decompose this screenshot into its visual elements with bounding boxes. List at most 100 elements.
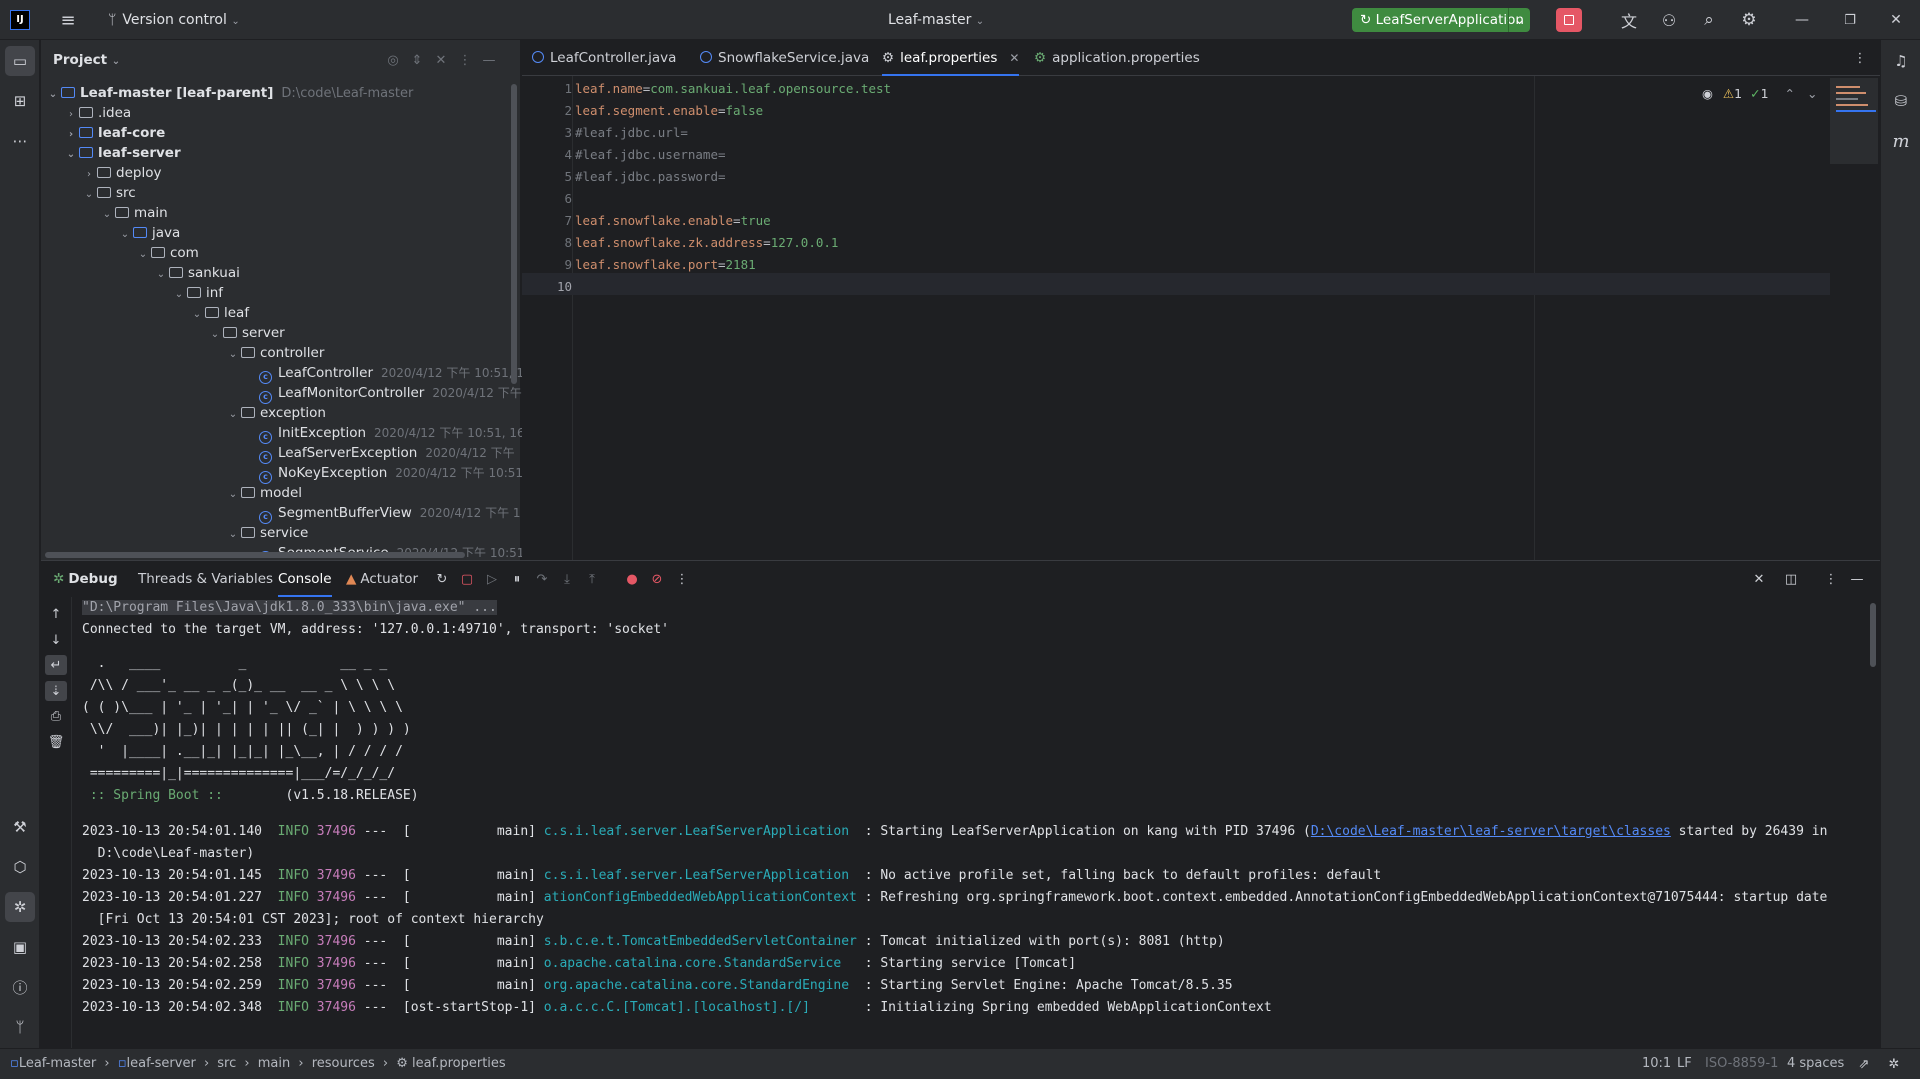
tree-item[interactable]: ⌄ exception [225,403,326,423]
caret-position[interactable]: 10:1 [1642,1049,1671,1079]
vcs-widget[interactable]: ᛘ Version control ⌄ [108,0,240,40]
code-line[interactable]: leaf.snowflake.zk.address=127.0.0.1 [575,232,838,254]
clear-all-icon[interactable]: 🗑 [47,733,65,751]
mute-breakpoints-icon[interactable]: ⊘ [649,571,665,587]
tree-item[interactable]: ⌄ inf [171,283,223,303]
tree-item[interactable]: c LeafServerException 2020/4/12 下午 [259,443,515,464]
tree-item[interactable]: ⌄ sankuai [153,263,240,283]
run-config-widget[interactable]: ↻ LeafServerApplication ⌄ [1352,8,1530,32]
structure-tool-icon[interactable]: ⊞ [5,86,35,116]
tree-item[interactable]: c LeafController 2020/4/12 下午 10:51, 1. [259,363,528,384]
chevron-down-icon[interactable]: ⌄ [171,285,187,305]
minimize-icon[interactable]: — [1790,9,1814,31]
project-tool-icon[interactable]: ▭ [5,46,35,76]
more-tools-icon[interactable]: ⋯ [5,126,35,156]
soft-wrap-icon[interactable]: ↵ [45,655,67,675]
console-scrollbar[interactable] [1870,603,1876,667]
close-panel-icon[interactable]: ✕ [1751,571,1767,587]
code-line[interactable]: leaf.snowflake.port=2181 [575,254,756,276]
scroll-to-end-icon[interactable]: ⇣ [45,681,67,701]
breadcrumb-item[interactable]: resources [312,1056,375,1071]
view-breakpoints-icon[interactable]: ● [624,571,640,587]
chevron-down-icon[interactable]: ⌄ [207,325,223,345]
collapse-all-icon[interactable]: ✕ [433,52,449,68]
more-options-icon[interactable]: ⋮ [674,571,690,587]
git-tool-icon[interactable]: ᛘ [5,1012,35,1042]
tree-item[interactable]: ⌄ controller [225,343,325,365]
panel-options-icon[interactable]: ⋮ [1823,571,1839,587]
chevron-down-icon[interactable]: ⌄ [63,145,79,165]
problems-tool-icon[interactable]: ⓘ [5,972,35,1002]
tab-threads-variables[interactable]: Threads & Variables [138,561,273,597]
database-icon[interactable]: ⛁ [1886,86,1916,116]
tree-item[interactable]: ⌄ server [207,323,285,343]
tree-item[interactable]: c InitException 2020/4/12 下午 10:51, 161 [259,423,532,444]
search-icon[interactable]: ⌕ [1698,9,1720,31]
chevron-down-icon[interactable]: ⌄ [153,265,169,285]
project-widget[interactable]: Leaf-master ⌄ [888,0,984,40]
file-encoding[interactable]: ISO-8859-1 [1705,1049,1778,1079]
rerun-icon[interactable]: ↻ [434,571,450,587]
tab-leaf-properties[interactable]: ⚙ leaf.properties ✕ [882,40,1020,76]
options-icon[interactable]: ⋮ [457,52,473,68]
tree-item[interactable]: › deploy [81,163,161,183]
vertical-scrollbar[interactable] [511,84,517,384]
expand-all-icon[interactable]: ⇕ [409,52,425,68]
tab-snowflake-service[interactable]: SnowflakeService.java [700,40,869,76]
chevron-right-icon[interactable]: › [81,165,97,185]
arrow-down-icon[interactable]: ↓ [47,631,65,649]
build-tool-icon[interactable]: ⚒ [5,812,35,842]
tree-item[interactable]: c SegmentBufferView 2020/4/12 下午 1 [259,503,521,524]
project-panel-header[interactable]: Project ⌄ [53,40,120,80]
tab-actuator[interactable]: ▲ Actuator [346,561,418,597]
stop-icon[interactable]: ▢ [459,571,475,587]
close-tab-icon[interactable]: ✕ [1009,51,1019,65]
tree-root[interactable]: ⌄ Leaf-master [leaf-parent] D:\code\Leaf-m… [45,83,414,103]
breadcrumb-item[interactable]: Leaf-master [19,1056,96,1071]
tree-item[interactable]: ⌄ leaf [189,303,249,323]
chevron-down-icon[interactable]: ⌄ [225,345,241,365]
chevron-down-icon[interactable]: ⌄ [135,245,151,265]
hide-panel-icon[interactable]: — [481,52,497,68]
breadcrumb-item[interactable]: main [258,1056,290,1071]
tree-item[interactable]: ⌄ main [99,203,168,223]
breadcrumb-item[interactable]: src [217,1056,236,1071]
arrow-up-icon[interactable]: ↑ [47,605,65,623]
chevron-down-icon[interactable]: ⌄ [99,205,115,225]
log-link[interactable]: D:\code\Leaf-master\leaf-server\target\c… [1311,824,1671,839]
notifications-icon[interactable]: ♫ [1886,46,1916,76]
translate-icon[interactable]: 文 [1618,9,1640,31]
tree-item[interactable]: › leaf-core [63,123,165,143]
minimap[interactable] [1830,78,1878,164]
debug-title[interactable]: ✲ Debug [53,561,118,597]
locate-icon[interactable]: ◎ [385,52,401,68]
breadcrumb-item[interactable]: leaf.properties [412,1056,506,1071]
code-line[interactable]: leaf.snowflake.enable=true [575,210,771,232]
services-tool-icon[interactable]: ⬡ [5,852,35,882]
chevron-down-icon[interactable]: ⌄ [225,405,241,425]
close-icon[interactable]: ✕ [1884,9,1908,31]
chevron-up-icon[interactable]: ⌃ [1785,86,1795,101]
breadcrumb[interactable]: ▫Leaf-master › ▫leaf-server › src › main… [10,1049,506,1079]
tree-item[interactable]: c LeafMonitorController 2020/4/12 下午 [259,383,522,404]
layout-icon[interactable]: ◫ [1783,571,1799,587]
debug-tool-icon[interactable]: ✲ [5,892,35,922]
code-line[interactable]: #leaf.jdbc.username= [575,144,726,166]
hide-panel-icon[interactable]: — [1849,571,1865,587]
tree-item[interactable]: › .idea [63,103,131,123]
tree-item[interactable]: ⌄ java [117,223,181,245]
tree-item[interactable]: ⌄ com [135,243,199,263]
stop-button[interactable] [1556,8,1582,32]
step-over-icon[interactable]: ↷ [534,571,550,587]
tree-item[interactable]: ⌄ model [225,483,302,503]
chevron-down-icon[interactable]: ⌄ [117,225,133,245]
code-line[interactable]: leaf.segment.enable=false [575,100,763,122]
lock-icon[interactable]: ⇗ [1856,1056,1872,1072]
maven-icon[interactable]: m [1886,126,1916,156]
pause-icon[interactable]: ⏸ [509,571,525,587]
tab-leaf-controller[interactable]: LeafController.java [532,40,676,76]
restore-icon[interactable]: ❐ [1838,9,1862,31]
chevron-down-icon[interactable]: ⌄ [189,305,205,325]
app-logo-icon[interactable]: IJ [10,10,30,30]
tree-item[interactable]: ⌄ src [81,183,136,203]
